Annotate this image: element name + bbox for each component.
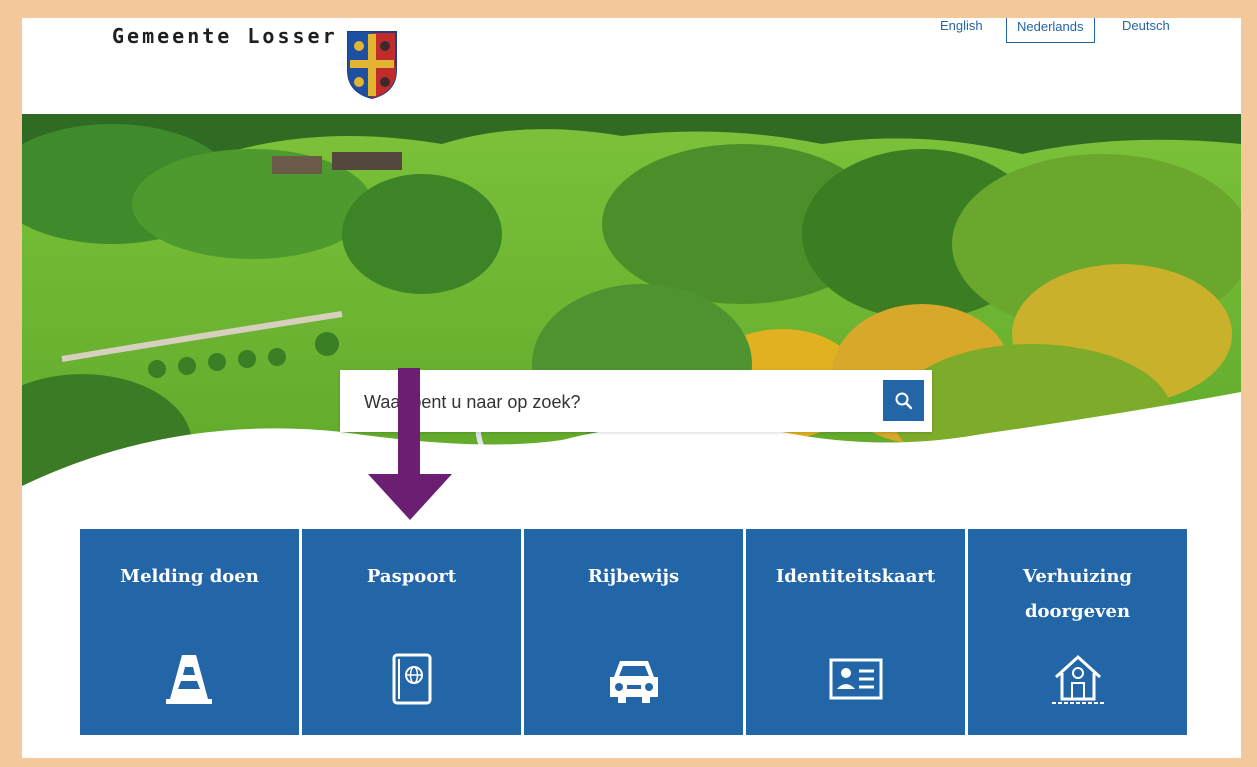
annotation-arrow-icon <box>368 368 452 520</box>
municipality-crest-icon[interactable] <box>346 30 398 100</box>
tile-label: Paspoort <box>366 566 457 587</box>
id-card-icon <box>829 658 882 700</box>
house-icon <box>1051 654 1104 704</box>
language-dutch-link[interactable]: Nederlands <box>1006 18 1095 43</box>
hero-landscape-image <box>22 114 1241 494</box>
tile-label: Identiteitskaart <box>775 566 936 587</box>
tile-identiteitskaart[interactable]: Identiteitskaart <box>746 529 965 735</box>
search-icon <box>895 392 912 409</box>
car-icon <box>609 661 658 703</box>
tile-label: Verhuizing doorgeven <box>1023 566 1132 622</box>
passport-icon <box>392 653 431 705</box>
service-tiles: Melding doen Paspoort Rijbewijs Identite… <box>80 529 1187 735</box>
search-button[interactable] <box>883 380 924 421</box>
tile-verhuizing-doorgeven[interactable]: Verhuizing doorgeven <box>968 529 1187 735</box>
tile-melding-doen[interactable]: Melding doen <box>80 529 299 735</box>
traffic-cone-icon <box>165 655 212 704</box>
site-logo-text[interactable]: Gemeente Losser <box>112 24 338 48</box>
site-header: Gemeente Losser English Nederlands Deuts… <box>22 18 1241 114</box>
tile-label: Rijbewijs <box>587 566 680 587</box>
language-german-link[interactable]: Deutsch <box>1122 18 1170 33</box>
tile-label: Melding doen <box>120 566 259 587</box>
landscape-illustration <box>22 114 1241 494</box>
tile-rijbewijs[interactable]: Rijbewijs <box>524 529 743 735</box>
page-frame: Gemeente Losser English Nederlands Deuts… <box>22 18 1241 758</box>
tile-paspoort[interactable]: Paspoort <box>302 529 521 735</box>
language-english-link[interactable]: English <box>940 18 983 33</box>
